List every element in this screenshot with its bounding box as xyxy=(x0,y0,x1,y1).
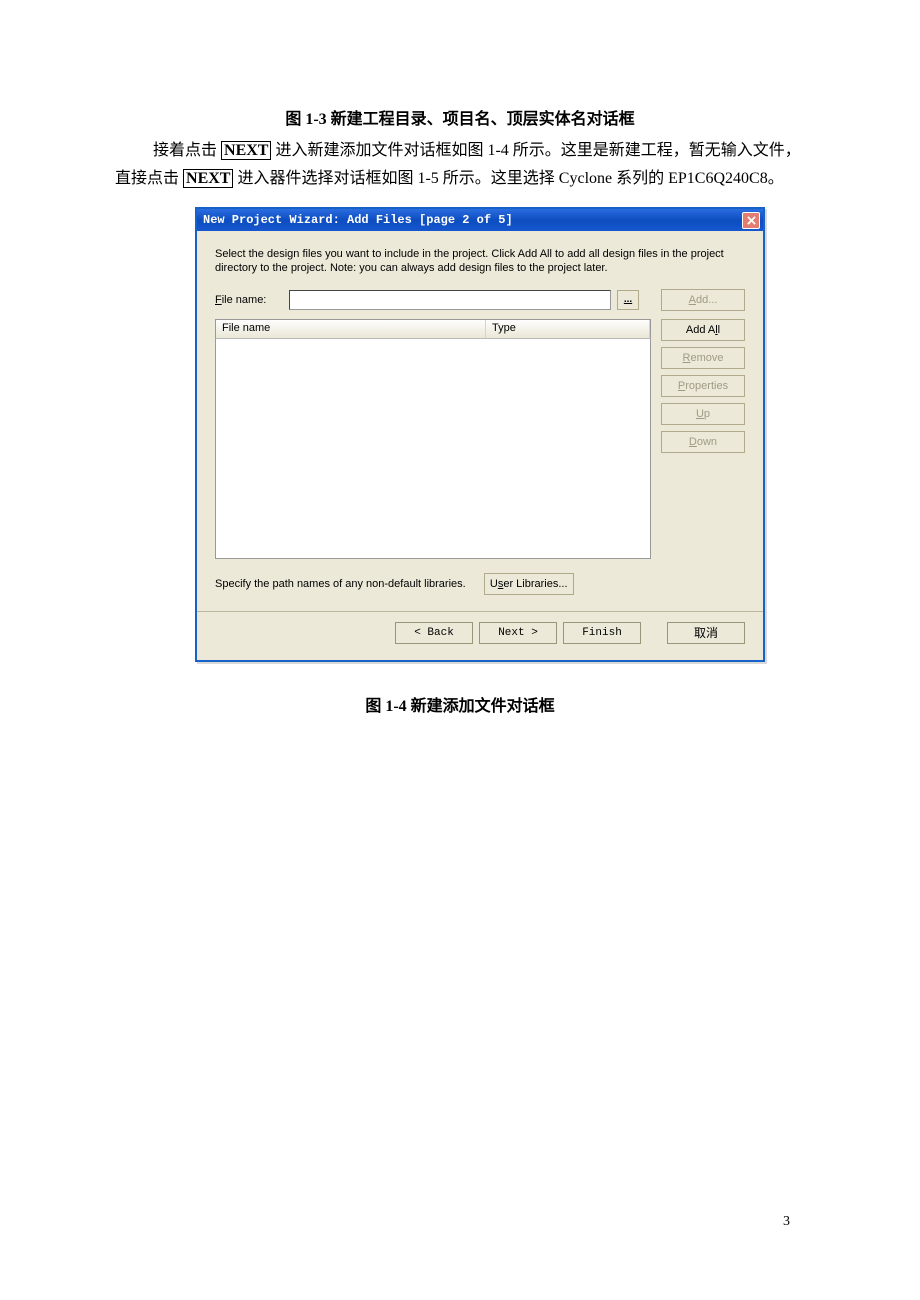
file-list-body[interactable] xyxy=(215,339,651,559)
user-libraries-button[interactable]: User Libraries... xyxy=(484,573,574,595)
col-type[interactable]: Type xyxy=(486,320,650,338)
col-file-name[interactable]: File name xyxy=(216,320,486,338)
body-paragraph: 接着点击 NEXT 进入新建添加文件对话框如图 1-4 所示。这里是新建工程，暂… xyxy=(115,137,805,193)
file-name-label: File name: xyxy=(215,294,283,306)
finish-button[interactable]: Finish xyxy=(563,622,641,644)
close-icon xyxy=(747,216,756,225)
remove-button[interactable]: Remove xyxy=(661,347,745,369)
new-project-wizard-dialog: New Project Wizard: Add Files [page 2 of… xyxy=(195,207,765,662)
figure-caption-1-3: 图 1-3 新建工程目录、项目名、顶层实体名对话框 xyxy=(115,105,805,129)
page-number: 3 xyxy=(783,1214,790,1230)
properties-button[interactable]: Properties xyxy=(661,375,745,397)
file-name-input[interactable] xyxy=(289,290,611,310)
back-button[interactable]: < Back xyxy=(395,622,473,644)
up-button[interactable]: Up xyxy=(661,403,745,425)
browse-button[interactable]: ... xyxy=(617,290,639,310)
file-list[interactable]: File name Type xyxy=(215,319,651,559)
separator xyxy=(197,611,763,612)
add-button[interactable]: Add... xyxy=(661,289,745,311)
user-libraries-label: Specify the path names of any non-defaul… xyxy=(215,578,466,590)
add-all-button[interactable]: Add All xyxy=(661,319,745,341)
file-list-header: File name Type xyxy=(215,319,651,339)
next-box-2: NEXT xyxy=(183,169,233,188)
text: 接着点击 xyxy=(153,142,217,159)
dialog-instructions: Select the design files you want to incl… xyxy=(215,247,745,275)
next-button[interactable]: Next > xyxy=(479,622,557,644)
down-button[interactable]: Down xyxy=(661,431,745,453)
dialog-title: New Project Wizard: Add Files [page 2 of… xyxy=(203,213,742,227)
close-button[interactable] xyxy=(742,212,760,229)
dialog-titlebar[interactable]: New Project Wizard: Add Files [page 2 of… xyxy=(197,209,763,231)
cancel-button[interactable]: 取消 xyxy=(667,622,745,644)
next-box-1: NEXT xyxy=(221,141,271,160)
text: 进入器件选择对话框如图 1-5 所示。这里选择 Cyclone 系列的 EP1C… xyxy=(233,170,783,187)
figure-caption-1-4: 图 1-4 新建添加文件对话框 xyxy=(115,692,805,716)
